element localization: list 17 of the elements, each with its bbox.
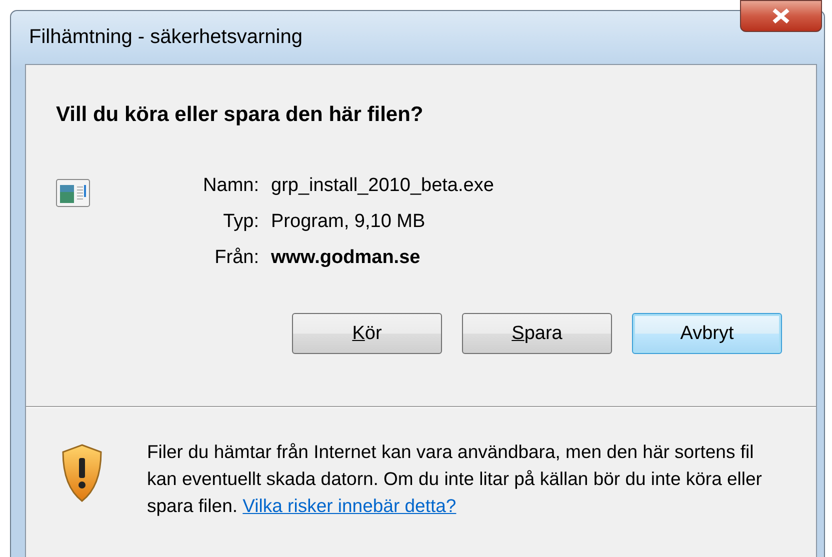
field-label: Typ: — [222, 211, 259, 233]
warning-shield-icon — [62, 444, 102, 502]
field-value: Program, 9,10 MB — [271, 211, 426, 233]
field-value: www.godman.se — [271, 247, 422, 269]
field-label: Namn: — [202, 175, 259, 197]
dialog-question: Vill du köra eller spara den här filen? — [56, 103, 424, 127]
risk-info-link[interactable]: Vilka risker innebär detta? — [242, 495, 456, 516]
window-title: Filhämtning - säkerhetsvarning — [28, 26, 302, 49]
field-label: Från: — [214, 247, 259, 269]
dialog-button[interactable]: Spara — [462, 313, 612, 354]
program-icon — [56, 179, 90, 207]
dialog-button[interactable]: Avbryt — [632, 313, 782, 354]
close-button[interactable] — [740, 0, 822, 32]
dialog-button[interactable]: Kör — [292, 313, 442, 354]
close-icon — [770, 8, 792, 24]
field-value: grp_install_2010_beta.exe — [271, 175, 494, 197]
warning-text: Filer du hämtar från Internet kan vara användbara, men den här sortens fil kan eventuellt skada datorn. Om du inte litar på källan bör du inte köra eller spara filen. Vilka risker innebär detta? — [147, 440, 763, 518]
